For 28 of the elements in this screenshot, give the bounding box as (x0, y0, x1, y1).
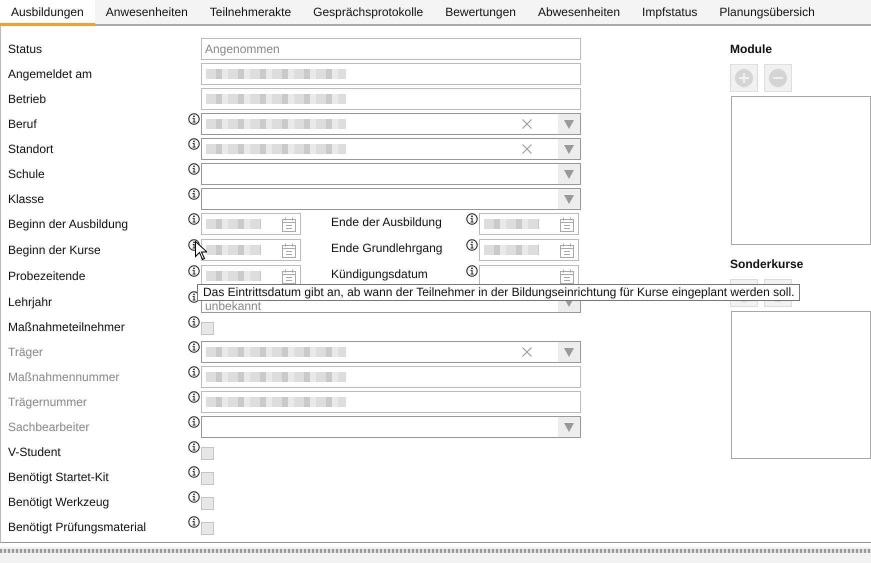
field-label: Benötigt Werkzeug (8, 494, 110, 511)
field-label: Ende der Ausbildung (331, 214, 443, 231)
field-label: Beginn der Ausbildung (8, 216, 130, 233)
field-value: Angenommen (204, 42, 280, 56)
field-label: Lehrjahr (8, 294, 54, 311)
field-label: Beruf (8, 116, 38, 133)
section-title: Sonderkurse (730, 257, 804, 273)
field-label: Benötigt Startet-Kit (8, 469, 110, 486)
field-label: V-Student (8, 444, 62, 461)
field-label: Schule (8, 166, 46, 183)
field-label: Maßnahmennummer (8, 369, 120, 386)
field-label: Probezeitende (8, 268, 86, 285)
field-label: Trägernummer (8, 394, 88, 411)
field-label: Maßnahmeteilnehmer (8, 319, 126, 336)
field-label: Benötigt Prüfungsmaterial (8, 519, 148, 536)
field-value: unbekannt (204, 300, 262, 312)
field-label: Status (8, 41, 44, 58)
field-label: Klasse (8, 191, 46, 208)
field-label: Standort (8, 141, 54, 158)
field-label: Träger (8, 344, 44, 361)
tooltip: Das Eintrittsdatum gibt an, ab wann der Teilnehmer in der Bildungseinrichtung für Kurse eingeplant werden soll. (197, 284, 800, 301)
field-label: Angemeldet am (8, 66, 94, 83)
field-label: Kündigungsdatum (331, 266, 429, 283)
field-label: Sachbearbeiter (8, 419, 90, 436)
field-label: Beginn der Kurse (8, 242, 102, 259)
section-title: Module (730, 42, 773, 58)
field-label: Betrieb (8, 91, 48, 108)
field-label: Ende Grundlehrgang (331, 240, 444, 257)
